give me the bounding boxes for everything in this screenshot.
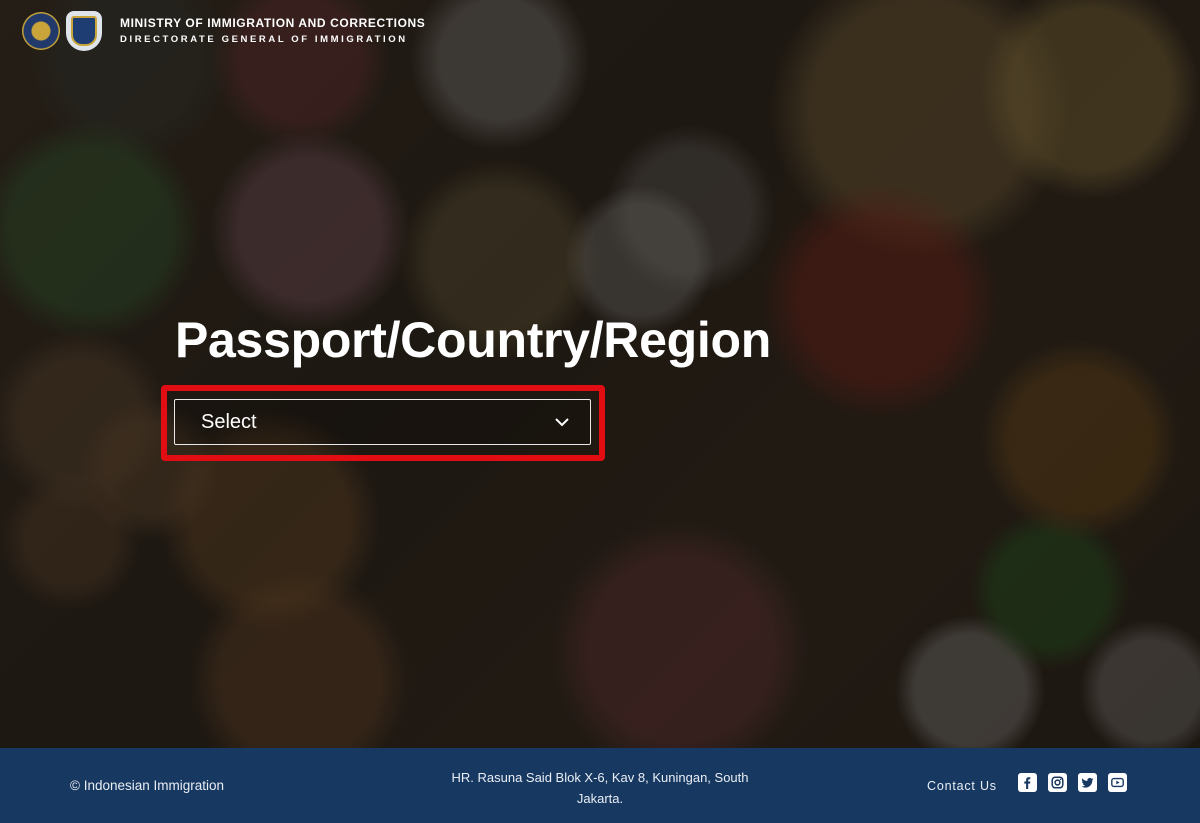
- page-title: Passport/Country/Region: [175, 312, 771, 368]
- chevron-down-icon: [555, 418, 569, 427]
- contact-us-link[interactable]: Contact Us: [927, 779, 997, 793]
- country-select[interactable]: Select: [174, 399, 591, 445]
- address-text: HR. Rasuna Said Blok X-6, Kav 8, Kuninga…: [430, 767, 770, 809]
- instagram-icon[interactable]: [1048, 773, 1067, 792]
- copyright-text: © Indonesian Immigration: [70, 778, 225, 793]
- twitter-icon[interactable]: [1078, 773, 1097, 792]
- select-value: Select: [201, 410, 257, 433]
- header: MINISTRY OF IMMIGRATION AND CORRECTIONS …: [22, 11, 425, 51]
- background-image: [0, 0, 1200, 748]
- social-links: [1018, 773, 1138, 792]
- address-line-2: Jakarta.: [576, 791, 624, 806]
- youtube-icon[interactable]: [1108, 773, 1127, 792]
- ministry-name: MINISTRY OF IMMIGRATION AND CORRECTIONS …: [120, 16, 425, 47]
- footer: © Indonesian Immigration HR. Rasuna Said…: [0, 748, 1200, 823]
- ministry-title: MINISTRY OF IMMIGRATION AND CORRECTIONS: [120, 15, 426, 30]
- immigration-shield-logo: [66, 11, 102, 51]
- address-line-1: HR. Rasuna Said Blok X-6, Kav 8, Kuninga…: [451, 770, 749, 785]
- facebook-icon[interactable]: [1018, 773, 1037, 792]
- garuda-emblem-logo: [22, 12, 60, 50]
- directorate-title: DIRECTORATE GENERAL OF IMMIGRATION: [120, 33, 408, 45]
